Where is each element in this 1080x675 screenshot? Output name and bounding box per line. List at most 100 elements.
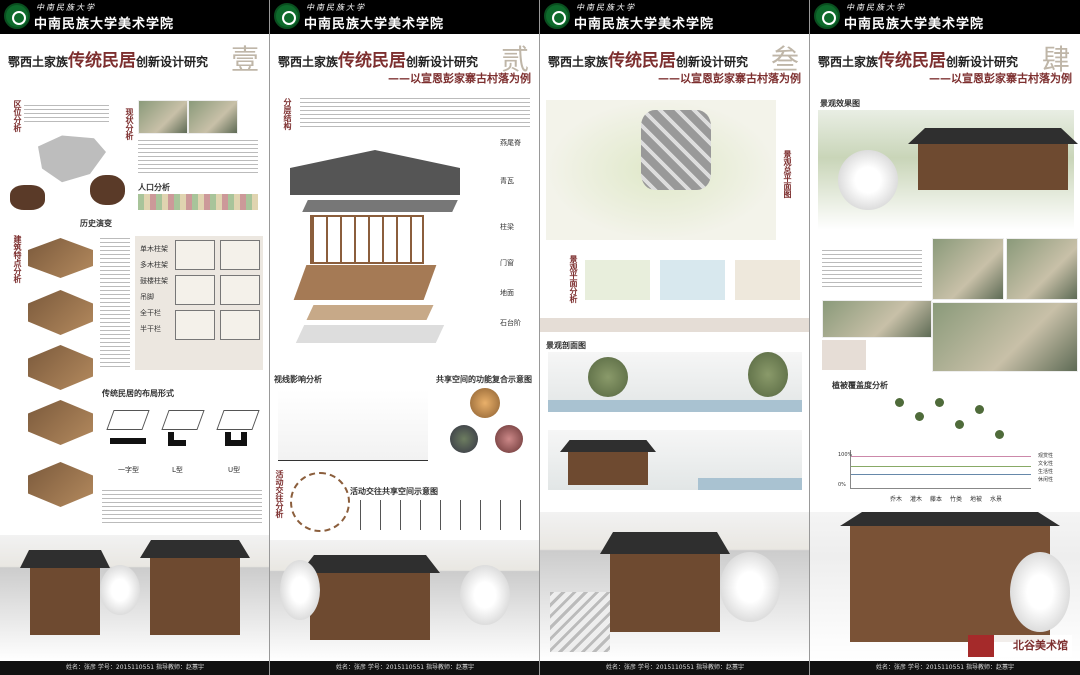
- effect-tree: [838, 150, 898, 210]
- cat-1: 乔木: [890, 496, 903, 503]
- plant-dot: [895, 398, 904, 407]
- arch-model-4: [28, 400, 93, 445]
- render-tree: [100, 565, 140, 615]
- section-tree: [588, 357, 628, 397]
- layer-floor: [306, 305, 434, 320]
- layer-tiles: [302, 200, 458, 212]
- render-roof: [600, 532, 730, 554]
- status-label: 现状分析: [125, 108, 134, 140]
- chart-line: [851, 466, 1031, 467]
- header-bar: 中南民族大学 中南民族大学美术学院: [540, 0, 809, 34]
- layout-plan-3: [225, 432, 247, 446]
- house-sketch-1: [175, 240, 215, 270]
- structure-label: 分层结构: [283, 98, 292, 130]
- layout-type-2: L型: [172, 466, 183, 474]
- status-photo-2: [188, 100, 238, 134]
- header-bar: 中南民族大学 中南民族大学美术学院: [0, 0, 269, 34]
- plant-dot: [915, 412, 924, 421]
- poster-panel-3: 中南民族大学 中南民族大学美术学院 鄂西土家族传统民居创新设计研究 ——以宣恩彭…: [540, 0, 810, 675]
- sight-label: 视线影响分析: [274, 375, 322, 384]
- render-roof: [300, 555, 440, 573]
- cat-6: 水景: [990, 496, 1003, 503]
- shared-photo-2: [450, 425, 478, 453]
- status-text: [138, 140, 258, 176]
- render-roof: [140, 540, 250, 558]
- school-seal-icon: [4, 3, 30, 29]
- poster-title: 鄂西土家族传统民居创新设计研究: [818, 51, 1019, 71]
- section-view-2: [548, 430, 802, 490]
- calligraphy-logo: 中南民族大学: [846, 3, 906, 12]
- poster-panel-1: 中南民族大学 中南民族大学美术学院 鄂西土家族传统民居创新设计研究 壹 区位分析…: [0, 0, 270, 675]
- struct-type-4: 吊脚: [140, 293, 154, 301]
- layer-label-2: 青瓦: [500, 177, 514, 185]
- calligraphy-logo: 中南民族大学: [306, 3, 366, 12]
- population-label: 人口分析: [138, 183, 170, 192]
- struct-type-5: 全干栏: [140, 309, 161, 317]
- poster-panel-2: 中南民族大学 中南民族大学美术学院 鄂西土家族传统民居创新设计研究 ——以宣恩彭…: [270, 0, 540, 675]
- section-roof: [560, 440, 656, 452]
- effect-text: [822, 250, 922, 290]
- layout-type-3: U型: [228, 466, 241, 474]
- effect-building: [918, 140, 1068, 190]
- activity-label: 活动交往共享空间示意图: [350, 487, 438, 496]
- plant-dot: [935, 398, 944, 407]
- render-building: [610, 552, 720, 632]
- plan-buildings: [641, 110, 711, 190]
- effect-photo-2: [1006, 238, 1078, 300]
- chart-line: [851, 474, 1031, 475]
- calligraphy-logo: 中南民族大学: [576, 3, 636, 12]
- plan-analysis-label: 景观平面分析: [569, 255, 578, 303]
- header-bar: 中南民族大学 中南民族大学美术学院: [810, 0, 1080, 34]
- poster-title: 鄂西土家族传统民居创新设计研究: [548, 51, 749, 71]
- plan-label: 景观总平面图: [783, 150, 792, 198]
- layout-plan-2: [168, 432, 186, 446]
- footer: 姓名：张彦 学号：2015110551 指导教师：赵蕙宇: [810, 661, 1080, 675]
- house-sketch-3: [175, 275, 215, 305]
- poster-title: 鄂西土家族传统民居创新设计研究: [8, 51, 209, 71]
- analysis-map-3: [735, 260, 800, 300]
- footer: 姓名：张彦 学号：2015110551 指导教师：赵蕙宇: [270, 661, 539, 675]
- school-name: 中南民族大学美术学院: [304, 17, 445, 32]
- effect-photo-4: [932, 302, 1078, 372]
- structure-text: [300, 98, 530, 128]
- master-plan: [546, 100, 776, 240]
- struct-type-6: 半干栏: [140, 325, 161, 333]
- school-seal-icon: [544, 3, 570, 29]
- plant-dot: [955, 420, 964, 429]
- color-swatch: [822, 340, 866, 370]
- house-sketch-2: [220, 240, 260, 270]
- activity-wheel: [290, 472, 350, 532]
- school-name: 中南民族大学美术学院: [844, 17, 985, 32]
- layout-iso-2: [161, 410, 205, 430]
- arch-model-2: [28, 290, 93, 335]
- coverage-chart: [850, 450, 1031, 489]
- house-sketch-6: [220, 310, 260, 340]
- render-stairs: [550, 592, 610, 652]
- footer: 姓名：张彦 学号：2015110551 指导教师：赵蕙宇: [0, 661, 269, 675]
- poster-title: 鄂西土家族传统民居创新设计研究: [278, 51, 479, 71]
- effect-roof: [908, 128, 1078, 144]
- effect-label: 景观效果图: [820, 99, 860, 108]
- panel-numeral: 肆: [1041, 43, 1070, 76]
- plant-dot: [975, 405, 984, 414]
- school-name: 中南民族大学美术学院: [574, 17, 715, 32]
- population-chart: [138, 194, 258, 210]
- layout-plan-1: [110, 438, 146, 444]
- cat-3: 藤本: [930, 496, 943, 503]
- arch-label: 建筑特点分析: [13, 235, 22, 283]
- shared-photo-3: [495, 425, 523, 453]
- plant-dot: [995, 430, 1004, 439]
- layer-stone-steps: [295, 325, 445, 343]
- activity-diagram: [360, 500, 530, 530]
- render-roof: [20, 550, 110, 568]
- arch-model-5: [28, 462, 93, 507]
- layer-label-4: 门窗: [500, 259, 514, 267]
- render-village-1: [0, 535, 269, 661]
- render-roof: [840, 512, 1060, 526]
- footer: 姓名：张彦 学号：2015110551 指导教师：赵蕙宇: [540, 661, 809, 675]
- effect-render: [818, 110, 1078, 230]
- province-map: [10, 185, 45, 210]
- render-building: [30, 565, 100, 635]
- museum-watermark: 北谷美术馆: [968, 635, 1072, 657]
- layout-type-1: 一字型: [118, 466, 139, 474]
